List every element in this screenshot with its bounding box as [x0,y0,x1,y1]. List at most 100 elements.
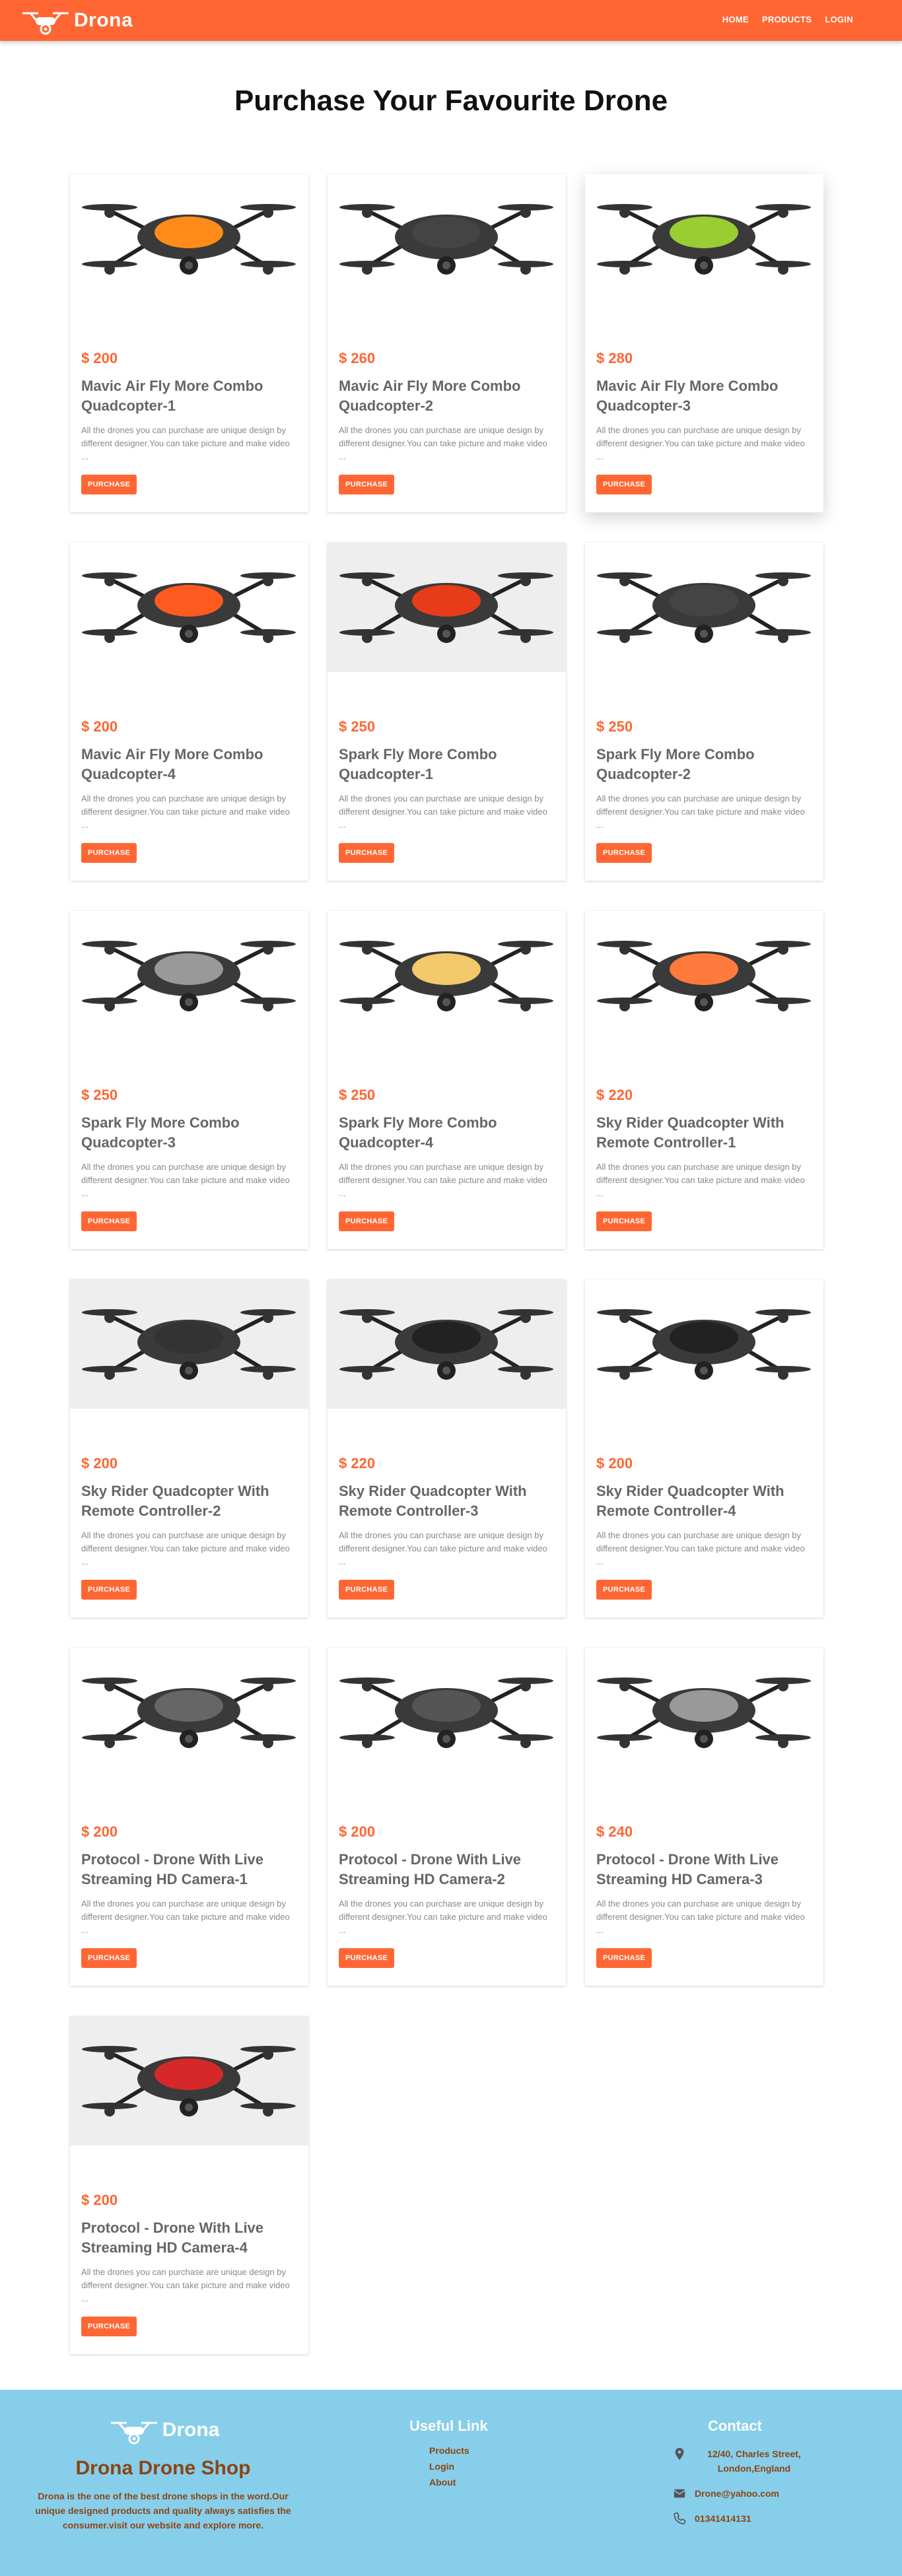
product-card: $ 200 Mavic Air Fly More Combo Quadcopter… [70,174,308,512]
nav-login-link[interactable]: LOGIN [825,15,853,24]
product-price: $ 200 [339,1823,376,1840]
product-name: Spark Fly More Combo Quadcopter-4 [339,1114,497,1151]
product-name: Sky Rider Quadcopter With Remote Control… [339,1483,527,1519]
product-image [328,1279,566,1409]
purchase-button[interactable]: PURCHASE [596,843,652,863]
product-image [70,1279,308,1409]
product-card: $ 250 Spark Fly More Combo Quadcopter-1 Al… [328,543,566,881]
purchase-button[interactable]: PURCHASE [81,843,137,863]
product-image [585,1279,823,1409]
drone-image [339,1309,553,1380]
product-name: Mavic Air Fly More Combo Quadcopter-3 [596,378,779,414]
product-description: All the drones you can purchase are uniq… [596,1899,805,1935]
email-icon [674,2489,685,2498]
drone-image [597,1678,811,1748]
drone-image [597,941,811,1011]
product-price: $ 200 [81,718,118,735]
drone-image [339,204,553,275]
product-price: $ 200 [81,350,118,366]
product-card: $ 250 Spark Fly More Combo Quadcopter-2 Al… [585,543,823,881]
footer-link-products[interactable]: Products [429,2443,488,2458]
purchase-button[interactable]: PURCHASE [339,1580,395,1600]
product-card: $ 200 Protocol - Drone With Live Streamin… [328,1648,566,1986]
purchase-button[interactable]: PURCHASE [339,1211,395,1231]
product-description: All the drones you can purchase are uniq… [81,794,290,830]
product-price: $ 280 [596,350,633,366]
footer-shop-name: Drona Drone Shop [75,2457,251,2479]
product-image [328,543,566,672]
purchase-button[interactable]: PURCHASE [81,1580,137,1600]
drone-image [597,204,811,275]
purchase-button[interactable]: PURCHASE [596,1580,652,1600]
purchase-button[interactable]: PURCHASE [81,475,137,494]
footer-address: 12/40, Charles Street, London,England [707,2449,801,2474]
product-card: $ 280 Mavic Air Fly More Combo Quadcopter… [585,174,823,512]
purchase-button[interactable]: PURCHASE [339,843,395,863]
purchase-button[interactable]: PURCHASE [339,1948,395,1968]
footer-useful-heading: Useful Link [409,2418,488,2434]
drone-image [339,572,553,643]
product-name: Spark Fly More Combo Quadcopter-2 [596,746,755,782]
brand-name: Drona [74,9,133,31]
product-image [328,174,566,304]
product-price: $ 200 [596,1455,633,1472]
product-description: All the drones you can purchase are uniq… [339,1162,547,1198]
location-pin-icon [675,2447,684,2460]
product-card: $ 200 Sky Rider Quadcopter With Remote Co… [585,1279,823,1617]
purchase-button[interactable]: PURCHASE [81,2317,137,2336]
product-name: Mavic Air Fly More Combo Quadcopter-2 [339,378,521,414]
product-price: $ 260 [339,350,376,366]
nav-home-link[interactable]: HOME [722,15,749,24]
purchase-button[interactable]: PURCHASE [339,475,395,494]
drone-image [82,941,296,1011]
drone-logo-icon [110,2422,157,2445]
product-name: Protocol - Drone With Live Streaming HD … [339,1851,522,1887]
product-description: All the drones you can purchase are uniq… [81,1899,290,1935]
product-card: $ 200 Protocol - Drone With Live Streamin… [70,1648,308,1986]
product-name: Protocol - Drone With Live Streaming HD … [81,2220,264,2256]
product-description: All the drones you can purchase are uniq… [339,1899,547,1935]
purchase-button[interactable]: PURCHASE [81,1211,137,1231]
purchase-button[interactable]: PURCHASE [596,475,652,494]
drone-image [82,204,296,275]
nav-links: HOME PRODUCTS LOGIN [722,15,853,24]
product-price: $ 200 [81,1455,118,1472]
product-price: $ 220 [596,1087,633,1103]
product-card: $ 220 Sky Rider Quadcopter With Remote Co… [585,911,823,1249]
product-image [328,1648,566,1777]
navbar: Drona HOME PRODUCTS LOGIN [0,0,902,41]
brand-logo[interactable]: Drona [18,4,133,37]
drone-image [339,1678,553,1748]
product-card: $ 200 Protocol - Drone With Live Streamin… [70,2016,308,2354]
drone-image [597,572,811,643]
footer-link-about[interactable]: About [429,2474,488,2490]
purchase-button[interactable]: PURCHASE [596,1948,652,1968]
product-description: All the drones you can purchase are uniq… [596,794,805,830]
product-card: $ 250 Spark Fly More Combo Quadcopter-3 Al… [70,911,308,1249]
footer-contact: Contact 12/40, Charles Street, London,En… [672,2418,877,2526]
product-price: $ 250 [339,1087,376,1103]
product-name: Mavic Air Fly More Combo Quadcopter-1 [81,378,263,414]
product-card: $ 240 Protocol - Drone With Live Streamin… [585,1648,823,1986]
phone-icon [674,2512,686,2525]
purchase-button[interactable]: PURCHASE [596,1211,652,1231]
footer-link-login[interactable]: Login [429,2458,488,2474]
footer-phone[interactable]: 01341414131 [695,2511,751,2526]
page-title: Purchase Your Favourite Drone [234,85,668,117]
product-image [328,911,566,1040]
drone-image [339,941,553,1011]
purchase-button[interactable]: PURCHASE [81,1948,137,1968]
product-price: $ 240 [596,1823,633,1840]
footer-email[interactable]: Drone@yahoo.com [695,2486,779,2501]
product-image [585,543,823,672]
product-price: $ 220 [339,1455,376,1472]
product-price: $ 200 [81,1823,118,1840]
product-name: Spark Fly More Combo Quadcopter-1 [339,746,497,782]
nav-products-link[interactable]: PRODUCTS [762,15,812,24]
product-description: All the drones you can purchase are uniq… [339,425,547,461]
product-description: All the drones you can purchase are uniq… [81,1162,290,1198]
product-description: All the drones you can purchase are uniq… [81,2267,290,2303]
drone-image [82,2046,296,2117]
product-description: All the drones you can purchase are uniq… [81,425,290,461]
product-card: $ 200 Mavic Air Fly More Combo Quadcopter… [70,543,308,881]
